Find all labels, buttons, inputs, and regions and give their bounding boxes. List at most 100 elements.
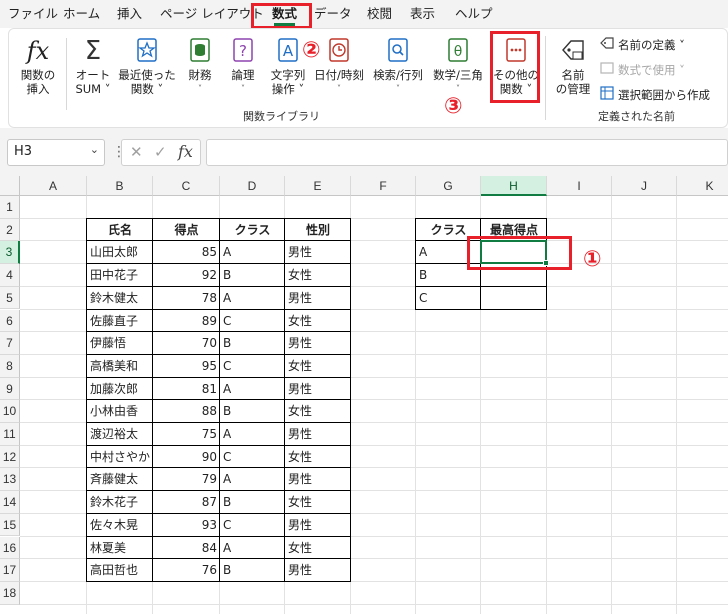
recently-used-button[interactable]: 最近使った 関数 ˅	[117, 36, 177, 96]
table-cell[interactable]: B	[220, 332, 285, 355]
column-header[interactable]: C	[153, 176, 220, 196]
summary-cell[interactable]	[481, 264, 547, 287]
table-cell[interactable]: 女性	[285, 310, 351, 333]
column-header[interactable]: K	[677, 176, 728, 196]
table-cell[interactable]: 87	[153, 491, 220, 514]
row-header[interactable]: 6	[0, 309, 20, 333]
summary-header-cell[interactable]: クラス	[416, 219, 481, 242]
formula-input[interactable]	[206, 139, 728, 166]
summary-cell[interactable]: C	[416, 287, 481, 310]
summary-header-cell[interactable]: 最高得点	[481, 219, 547, 242]
row-header[interactable]: 2	[0, 218, 20, 242]
summary-cell[interactable]: B	[416, 264, 481, 287]
table-cell[interactable]: 89	[153, 310, 220, 333]
table-cell[interactable]: 90	[153, 446, 220, 469]
tab-help[interactable]: ヘルプ	[455, 5, 493, 23]
lookup-button[interactable]: 検索/行列 ˅	[369, 36, 427, 96]
table-cell[interactable]: 88	[153, 400, 220, 423]
cancel-icon[interactable]: ✕	[130, 143, 143, 161]
row-header[interactable]: 12	[0, 445, 20, 469]
row-header[interactable]: 17	[0, 559, 20, 582]
table-cell[interactable]: 女性	[285, 537, 351, 560]
table-cell[interactable]: 佐々木晃	[87, 514, 153, 537]
table-cell[interactable]: B	[220, 491, 285, 514]
create-from-selection-button[interactable]: 選択範囲から作成	[600, 86, 710, 103]
more-functions-button[interactable]: その他の 関数 ˅	[493, 36, 539, 96]
table-cell[interactable]: 中村さやか	[87, 446, 153, 469]
row-header[interactable]: 14	[0, 491, 20, 514]
table-cell[interactable]: 鈴木健太	[87, 287, 153, 310]
fill-handle[interactable]	[543, 260, 549, 267]
selected-cell-h3[interactable]	[480, 240, 549, 267]
select-all-corner[interactable]	[0, 176, 20, 196]
column-header[interactable]: B	[87, 176, 153, 196]
tab-file[interactable]: ファイル	[8, 5, 58, 23]
table-cell[interactable]: 鈴木花子	[87, 491, 153, 514]
table-cell[interactable]: A	[220, 378, 285, 401]
summary-cell[interactable]	[481, 287, 547, 310]
tab-view[interactable]: 表示	[410, 5, 435, 23]
table-cell[interactable]: A	[220, 423, 285, 446]
table-cell[interactable]: 田中花子	[87, 264, 153, 287]
table-cell[interactable]: 男性	[285, 241, 351, 264]
column-header[interactable]: J	[612, 176, 677, 196]
column-header[interactable]: G	[416, 176, 481, 196]
table-cell[interactable]: 76	[153, 559, 220, 582]
table-cell[interactable]: 75	[153, 423, 220, 446]
tab-formulas[interactable]: 数式	[272, 5, 297, 26]
table-cell[interactable]: 加藤次郎	[87, 378, 153, 401]
row-header[interactable]: 10	[0, 400, 20, 423]
financial-button[interactable]: 財務 ˅	[180, 36, 220, 96]
name-box[interactable]: H3 ⌄	[7, 139, 105, 166]
table-cell[interactable]: C	[220, 310, 285, 333]
table-cell[interactable]: B	[220, 400, 285, 423]
table-header-cell[interactable]: 得点	[153, 219, 220, 242]
row-header[interactable]: 7	[0, 332, 20, 355]
table-cell[interactable]: 林夏美	[87, 537, 153, 560]
table-cell[interactable]: 伊藤悟	[87, 332, 153, 355]
column-header[interactable]: A	[20, 176, 87, 196]
table-cell[interactable]: 小林由香	[87, 400, 153, 423]
row-header[interactable]: 8	[0, 354, 20, 378]
summary-cell[interactable]: A	[416, 241, 481, 264]
table-cell[interactable]: A	[220, 468, 285, 491]
table-cell[interactable]: 女性	[285, 446, 351, 469]
table-cell[interactable]: 斉藤健太	[87, 468, 153, 491]
column-header[interactable]: E	[285, 176, 351, 196]
spreadsheet-grid[interactable]: A B C D E F G H I J K 1 2 3 4 5 6 7 8 9 10 11 12 13 14 15 16 17 18 氏名…	[0, 176, 728, 614]
column-header[interactable]: I	[547, 176, 612, 196]
autosum-button[interactable]: Σ オート SUM ˅	[70, 36, 116, 96]
tab-insert[interactable]: 挿入	[117, 5, 142, 23]
row-header[interactable]: 13	[0, 468, 20, 492]
chevron-down-icon[interactable]: ⌄	[90, 143, 99, 156]
table-cell[interactable]: B	[220, 559, 285, 582]
table-cell[interactable]: 女性	[285, 355, 351, 378]
row-header[interactable]: 18	[0, 581, 20, 605]
row-header[interactable]: 4	[0, 264, 20, 287]
table-cell[interactable]: 女性	[285, 491, 351, 514]
table-cell[interactable]: 85	[153, 241, 220, 264]
table-cell[interactable]: 山田太郎	[87, 241, 153, 264]
table-cell[interactable]: 70	[153, 332, 220, 355]
table-cell[interactable]: 男性	[285, 514, 351, 537]
enter-icon[interactable]: ✓	[154, 143, 167, 161]
row-header[interactable]: 16	[0, 536, 20, 560]
math-trig-button[interactable]: θ 数学/三角 ˅	[428, 36, 488, 96]
table-cell[interactable]: A	[220, 241, 285, 264]
name-manager-button[interactable]: 名前 の管理	[550, 36, 596, 96]
table-cell[interactable]: 78	[153, 287, 220, 310]
insert-function-fx-icon[interactable]: fx	[178, 142, 193, 161]
table-cell[interactable]: 女性	[285, 264, 351, 287]
row-header[interactable]: 5	[0, 286, 20, 310]
table-cell[interactable]: 79	[153, 468, 220, 491]
table-cell[interactable]: C	[220, 446, 285, 469]
table-header-cell[interactable]: 氏名	[87, 219, 153, 242]
table-cell[interactable]: 渡辺裕太	[87, 423, 153, 446]
define-name-button[interactable]: 名前の定義 ˅	[600, 36, 685, 53]
table-cell[interactable]: B	[220, 264, 285, 287]
table-cell[interactable]: 男性	[285, 332, 351, 355]
table-cell[interactable]: A	[220, 537, 285, 560]
row-header[interactable]: 3	[0, 241, 20, 265]
tab-page-layout[interactable]: ページ レイアウト	[160, 5, 264, 23]
tab-home[interactable]: ホーム	[63, 5, 100, 23]
